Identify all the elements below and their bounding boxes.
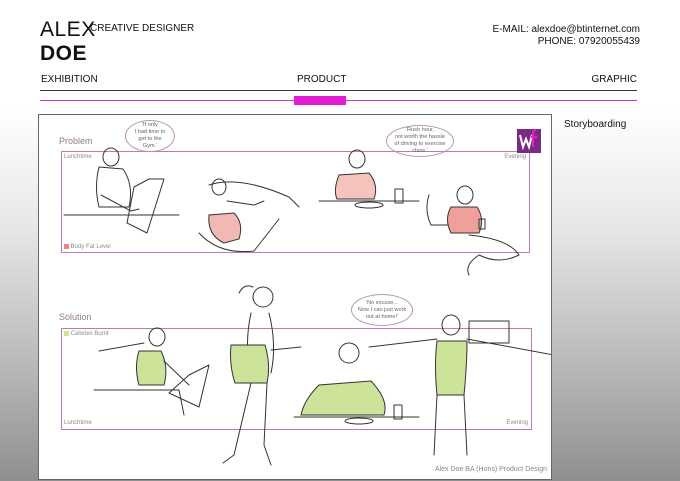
nav-item-graphic[interactable]: GRAPHIC [591, 74, 637, 85]
nav-item-exhibition[interactable]: EXHIBITION [41, 74, 98, 85]
nav-active-indicator [294, 96, 346, 105]
section-caption: Storyboarding [564, 119, 627, 130]
storyboard-sketch-illustrations [63, 147, 551, 466]
contact-block: E-MAIL: alexdoe@btinternet.com PHONE: 07… [493, 24, 640, 48]
sketch-driver [198, 178, 300, 253]
role-title: CREATIVE DESIGNER [90, 23, 195, 34]
designer-credit: Alex Doe BA (Hons) Product Design [434, 466, 547, 473]
first-name: ALEX [40, 18, 96, 41]
storyboard-image: Problem Solution Lunchtime Evening Body … [38, 114, 552, 480]
sketch-office-worker [63, 147, 180, 234]
sketch-home-diner [293, 342, 420, 425]
sketch-walking-woman [222, 285, 302, 466]
sketch-stretching-woman [368, 314, 551, 456]
sketch-sofa-relaxer [426, 185, 520, 276]
phone-text: PHONE: 07920055439 [537, 36, 640, 47]
nav-item-product[interactable]: PRODUCT [297, 74, 346, 85]
sketch-exercise-desk [93, 327, 210, 416]
sketch-evening-diner [318, 149, 420, 209]
main-nav: EXHIBITION PRODUCT GRAPHIC [40, 72, 637, 91]
email-text: E-MAIL: alexdoe@btinternet.com [492, 24, 640, 35]
last-name: DOE [40, 42, 88, 65]
